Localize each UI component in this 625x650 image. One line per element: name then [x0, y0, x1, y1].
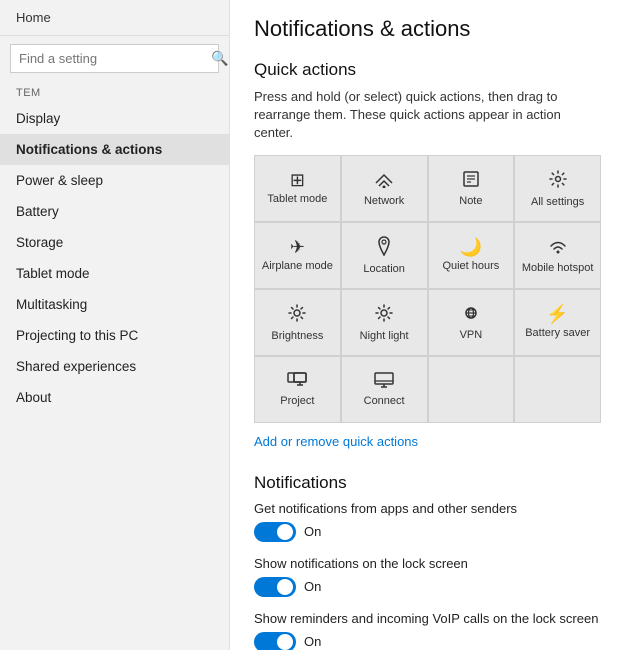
- notifications-title: Notifications: [254, 473, 601, 493]
- note-icon: [462, 170, 480, 191]
- qa-quiet-hours[interactable]: 🌙 Quiet hours: [429, 223, 514, 288]
- sidebar-search-box[interactable]: 🔍: [10, 44, 219, 73]
- toggle-row-0: On: [254, 522, 601, 542]
- toggle-knob-2: [277, 634, 293, 650]
- qa-location-label: Location: [363, 263, 405, 276]
- toggle-text-1: On: [304, 579, 321, 594]
- sidebar-item-notifications[interactable]: Notifications & actions: [0, 134, 229, 165]
- qa-quiet-label: Quiet hours: [442, 260, 499, 273]
- sidebar-item-display[interactable]: Display: [0, 103, 229, 134]
- sidebar-item-multitasking[interactable]: Multitasking: [0, 289, 229, 320]
- brightness-icon: [287, 303, 307, 326]
- add-remove-link[interactable]: Add or remove quick actions: [254, 434, 418, 449]
- qa-network[interactable]: Network: [342, 156, 427, 221]
- sidebar-item-tablet[interactable]: Tablet mode: [0, 258, 229, 289]
- qa-connect-label: Connect: [364, 395, 405, 408]
- qa-empty-1: [429, 357, 514, 422]
- qa-vpn-label: VPN: [460, 329, 483, 342]
- night-light-icon: [374, 303, 394, 326]
- quick-actions-description: Press and hold (or select) quick actions…: [254, 88, 601, 143]
- qa-all-settings[interactable]: All settings: [515, 156, 600, 221]
- qa-airplane-label: Airplane mode: [262, 260, 333, 273]
- toggle-row-2: On: [254, 632, 601, 650]
- sidebar-item-storage[interactable]: Storage: [0, 227, 229, 258]
- notif-item-0: Get notifications from apps and other se…: [254, 501, 601, 542]
- qa-connect[interactable]: Connect: [342, 357, 427, 422]
- notif-item-1: Show notifications on the lock screen On: [254, 556, 601, 597]
- notif-label-1: Show notifications on the lock screen: [254, 556, 601, 571]
- toggle-1[interactable]: [254, 577, 296, 597]
- toggle-0[interactable]: [254, 522, 296, 542]
- quick-actions-title: Quick actions: [254, 60, 601, 80]
- qa-battery-saver[interactable]: ⚡ Battery saver: [515, 290, 600, 355]
- sidebar-item-projecting[interactable]: Projecting to this PC: [0, 320, 229, 351]
- toggle-knob-0: [277, 524, 293, 540]
- qa-tablet-label: Tablet mode: [267, 193, 327, 206]
- toggle-text-2: On: [304, 634, 321, 649]
- sidebar-item-battery[interactable]: Battery: [0, 196, 229, 227]
- search-input[interactable]: [11, 46, 203, 71]
- toggle-knob-1: [277, 579, 293, 595]
- settings-icon: [548, 169, 568, 192]
- qa-battery-label: Battery saver: [525, 327, 590, 340]
- notifications-section: Notifications Get notifications from app…: [254, 473, 601, 650]
- sidebar-item-shared[interactable]: Shared experiences: [0, 351, 229, 382]
- notif-label-2: Show reminders and incoming VoIP calls o…: [254, 611, 601, 626]
- qa-hotspot-label: Mobile hotspot: [522, 262, 594, 275]
- qa-location[interactable]: Location: [342, 223, 427, 288]
- qa-allsettings-label: All settings: [531, 196, 584, 209]
- sidebar-section-label: tem: [0, 81, 229, 103]
- sidebar-home[interactable]: Home: [0, 0, 229, 36]
- airplane-icon: ✈: [290, 238, 305, 256]
- qa-project-label: Project: [280, 395, 314, 408]
- qa-nightlight-label: Night light: [360, 330, 409, 343]
- qa-brightness-label: Brightness: [271, 330, 323, 343]
- qa-note-label: Note: [459, 195, 482, 208]
- tablet-mode-icon: ⊞: [290, 171, 305, 189]
- hotspot-icon: [547, 237, 569, 258]
- qa-airplane[interactable]: ✈ Airplane mode: [255, 223, 340, 288]
- qa-tablet-mode[interactable]: ⊞ Tablet mode: [255, 156, 340, 221]
- toggle-2[interactable]: [254, 632, 296, 650]
- main-content: Notifications & actions Quick actions Pr…: [230, 0, 625, 650]
- qa-network-label: Network: [364, 195, 404, 208]
- network-icon: [374, 170, 394, 191]
- sidebar: Home 🔍 tem Display Notifications & actio…: [0, 0, 230, 650]
- toggle-row-1: On: [254, 577, 601, 597]
- qa-vpn[interactable]: VPN: [429, 290, 514, 355]
- vpn-icon: [461, 304, 481, 325]
- connect-icon: [374, 372, 394, 391]
- sidebar-item-power[interactable]: Power & sleep: [0, 165, 229, 196]
- qa-brightness[interactable]: Brightness: [255, 290, 340, 355]
- sidebar-item-about[interactable]: About: [0, 382, 229, 413]
- battery-saver-icon: ⚡: [546, 305, 568, 323]
- notif-label-0: Get notifications from apps and other se…: [254, 501, 601, 516]
- qa-mobile-hotspot[interactable]: Mobile hotspot: [515, 223, 600, 288]
- qa-project[interactable]: Project: [255, 357, 340, 422]
- page-title: Notifications & actions: [254, 16, 601, 42]
- qa-note[interactable]: Note: [429, 156, 514, 221]
- project-icon: [287, 372, 307, 391]
- location-icon: [376, 236, 392, 259]
- toggle-text-0: On: [304, 524, 321, 539]
- quiet-hours-icon: 🌙: [460, 238, 482, 256]
- qa-empty-2: [515, 357, 600, 422]
- quick-actions-grid: ⊞ Tablet mode Network: [254, 155, 601, 423]
- qa-night-light[interactable]: Night light: [342, 290, 427, 355]
- notif-item-2: Show reminders and incoming VoIP calls o…: [254, 611, 601, 650]
